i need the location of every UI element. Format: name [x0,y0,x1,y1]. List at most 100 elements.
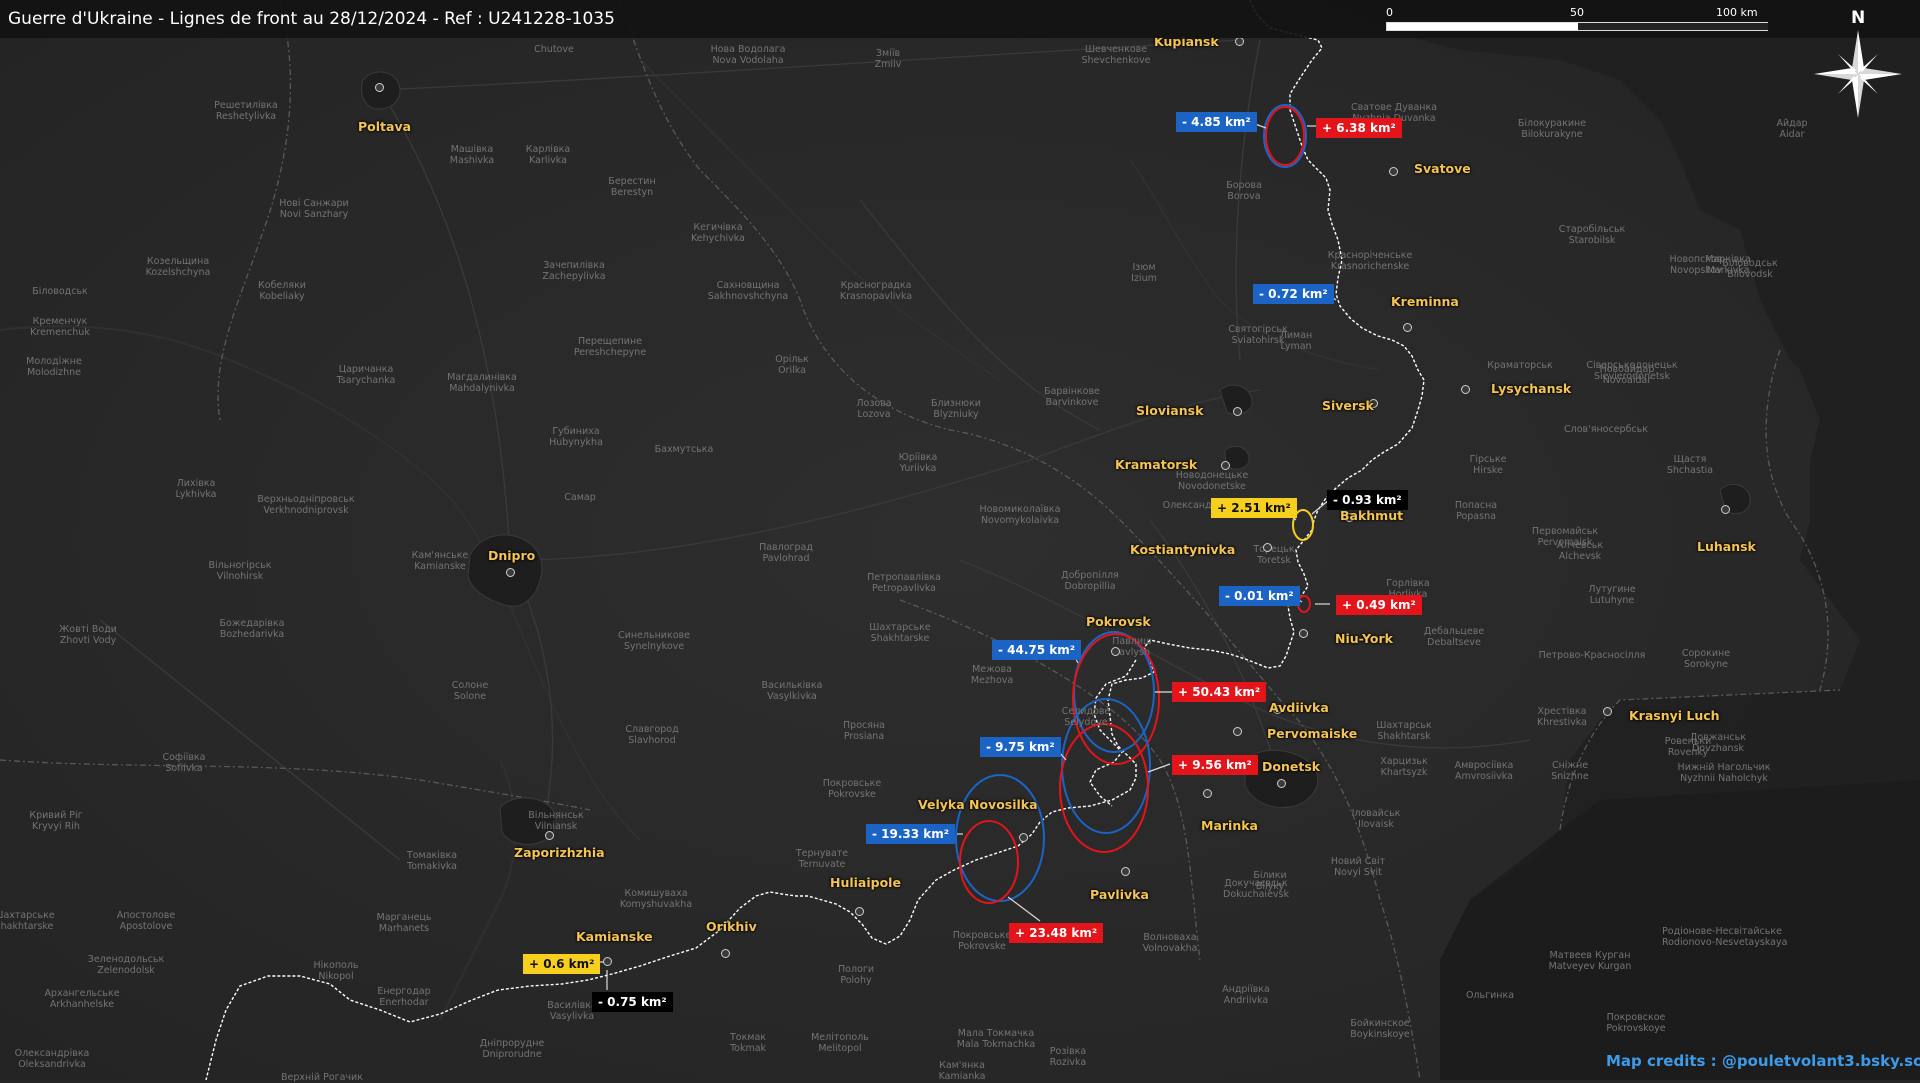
place-name-label: Зачепилівка Zachepylivka [542,260,606,282]
place-name-label: Решетилівка Reshetylivka [214,100,278,122]
place-name-label: Кривий Ріг Kryvyi Rih [29,810,83,832]
scale-label-50: 50 [1570,6,1584,19]
place-name-label: Орільк Orilka [775,354,809,376]
place-name-label: Пологи Polohy [837,964,874,986]
place-name-label: Петропавлівка Petropavlivka [867,572,941,594]
place-name-label: Chutove [534,44,574,55]
city-dot [1233,727,1242,736]
place-name-label: Магдалинівка Mahdalynivka [447,372,517,394]
place-name-label: Кобеляки Kobeliaky [258,280,306,302]
city-dot [506,568,515,577]
place-name-label: Нікополь Nikopol [313,960,359,982]
city-label-donetsk: Donetsk [1262,759,1321,774]
change-label-bakhmut-yellow: + 2.51 km² [1211,498,1297,518]
place-name-label: Білики Bilyky [1253,870,1287,892]
place-name-label: Родіонове-Несвітайське Rodionovo-Nesvetay… [1662,926,1788,948]
city-label-velyka-novosilka: Velyka Novosilka [918,797,1038,812]
place-name-label: Кам'янка Kamianka [938,1060,986,1082]
city-dot [545,831,554,840]
place-name-label: Шахтарськ Shakhtarsk [1376,720,1432,742]
change-label-velyka-novosilka-ua: - 19.33 km² [866,824,956,844]
place-name-label: Барвінкове Barvinkove [1044,386,1100,408]
place-name-label: Петрово-Красносілля [1538,650,1646,661]
scale-bar: 0 50 100 km [1386,6,1768,34]
scale-label-0: 0 [1386,6,1393,19]
place-name-label: Вільнянськ Vilniansk [528,810,584,832]
place-name-label: Нова Водолага Nova Vodolaha [710,44,786,66]
city-dot [1403,323,1412,332]
place-name-label: Синельникове Synelnykove [618,630,690,652]
city-dot [1461,385,1470,394]
place-name-label: Вільногірськ Vilnohirsk [208,560,272,582]
place-name-label: Марганець Marhanets [376,912,432,934]
place-name-label: Іловайськ Ilovaisk [1351,808,1401,830]
place-name-label: Бойкинское Boykinskoye [1350,1018,1410,1040]
place-name-label: Молодіжне Molodizhne [26,356,82,378]
change-label-toretsk-ua: - 0.01 km² [1219,586,1300,606]
city-label-huliaipole: Huliaipole [830,875,901,890]
city-label-kamianske: Kamianske [576,929,653,944]
place-name-label: Боровa Borova [1226,180,1262,202]
place-name-label: Карлівка Karlivka [525,144,571,166]
place-name-label: Просяна Prosiana [843,720,885,742]
city-label-kramatorsk: Kramatorsk [1115,457,1198,472]
place-name-label: Біловодськ [32,286,88,297]
city-label-zaporizhzhia: Zaporizhzhia [514,845,605,860]
place-name-label: Мала Токмачка Mala Tokmachka [956,1028,1036,1050]
change-label-kurakhove-ua: - 9.75 km² [980,737,1061,757]
place-name-label: Жовті Води Zhovti Vody [59,624,117,646]
place-name-label: Новомиколаївка Novomykolaivka [979,504,1061,526]
place-name-label: Межова Mezhova [970,664,1014,686]
place-name-label: Слов'яносербськ [1564,424,1648,435]
change-label-kupiansk-ua: - 4.85 km² [1176,112,1257,132]
change-label-toretsk-ru: + 0.49 km² [1336,595,1422,615]
change-label-kreminna-ua: - 0.72 km² [1253,284,1334,304]
city-label-niu-york: Niu-York [1335,631,1393,646]
place-name-label: Щастя Shchastia [1666,454,1714,476]
city-label-marinka: Marinka [1201,818,1258,833]
city-label-orikhiv: Orikhiv [706,919,757,934]
place-name-label: Юріївка Yuriivka [898,452,938,474]
place-name-label: Дебальцеве Debaltseve [1423,626,1485,648]
place-name-label: Васильківка Vasylkivka [761,680,823,702]
place-name-label: Зеленодольськ Zelenodolsk [87,954,165,976]
place-name-label: Берестин Berestyn [608,176,656,198]
title-bar: Guerre d'Ukraine - Lignes de front au 28… [0,0,1920,38]
place-name-label: Божедарівка Bozhedarivka [219,618,285,640]
city-dot [1203,789,1212,798]
scale-label-100: 100 km [1716,6,1758,19]
place-name-label: Кегичівка Kehychivka [691,222,745,244]
place-name-label: Губиниха Hubynykha [549,426,603,448]
place-name-label: Царичанка Tsarychanka [336,364,396,386]
place-name-label: Амвросіївка Amvrosiivka [1454,760,1514,782]
city-label-luhansk: Luhansk [1697,539,1756,554]
place-name-label: Краматорськ [1487,360,1553,371]
place-name-label: Комишуваха Komyshuvakha [619,888,693,910]
place-name-label: Ольгинка [1465,990,1515,1001]
place-name-label: Красноріченське Krasnorichenske [1327,250,1413,272]
place-name-label: Перещепине Pereshchepyne [573,336,647,358]
city-label-krasnyi-luch: Krasnyi Luch [1629,708,1720,723]
place-name-label: Верхній Рогачик [281,1072,363,1083]
place-name-label: Новодонецьке Novodonetske [1175,470,1249,492]
city-dot [721,949,730,958]
city-label-dnipro: Dnipro [488,548,536,563]
place-name-label: Волноваха Volnovakha [1142,932,1198,954]
place-name-label: Близнюки Blyzniuky [931,398,981,420]
city-dot [1235,37,1244,46]
city-dot [1121,867,1130,876]
city-dot [375,83,384,92]
map-credits[interactable]: Map credits : @pouletvolant3.bsky.social [1606,1052,1920,1070]
city-dot [1233,407,1242,416]
city-label-bakhmut: Bakhmut [1340,508,1404,523]
place-name-label: Тернувате Ternuvate [795,848,849,870]
place-name-label: Старобільськ Starobilsk [1558,224,1626,246]
place-name-label: Нові Санжари Novi Sanzhary [279,198,349,220]
place-name-label: Нижній Нагольчик Nyzhnii Naholchyk [1677,762,1771,784]
place-name-label: Покровське Pokrovske [822,778,882,800]
change-label-kamianske-black: - 0.75 km² [592,992,673,1012]
city-label-kreminna: Kreminna [1391,294,1459,309]
place-name-label: ШахтарськеShakhtarske [0,910,55,932]
city-label-pervomaiske: Pervomaiske [1267,726,1358,741]
city-label-pokrovsk: Pokrovsk [1086,614,1151,629]
